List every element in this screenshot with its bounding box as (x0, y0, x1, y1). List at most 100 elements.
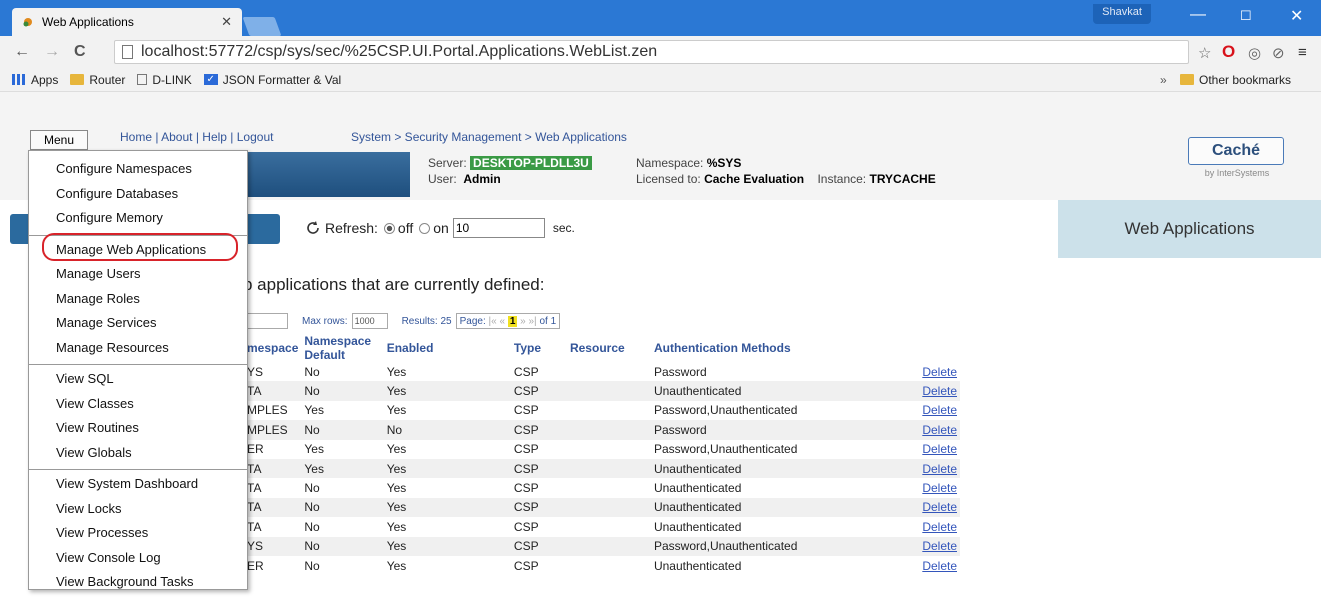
table-cell: MPLES (247, 403, 288, 418)
menu-item-manage-resources[interactable]: Manage Resources (29, 338, 247, 363)
first-page-button[interactable]: |« (489, 316, 497, 327)
delete-link[interactable]: Delete (800, 458, 960, 479)
bookmark-json-formatter[interactable]: ✓ JSON Formatter & Val (203, 73, 341, 87)
menu-item-manage-services[interactable]: Manage Services (29, 313, 247, 338)
current-page[interactable]: 1 (507, 315, 518, 327)
delete-link[interactable]: Delete (800, 440, 960, 459)
top-links[interactable]: Home | About | Help | Logout (120, 130, 273, 144)
next-page-button[interactable]: » (520, 316, 526, 327)
browser-tab[interactable]: Web Applications ✕ (12, 8, 242, 36)
table-row: TA No Yes CSP Unauthenticated Delete (244, 517, 960, 536)
menu-item-manage-roles[interactable]: Manage Roles (29, 289, 247, 314)
delete-link[interactable]: Delete (800, 517, 960, 536)
table-cell: TA (247, 481, 262, 496)
menu-item-view-console-log[interactable]: View Console Log (29, 548, 247, 573)
menu-button[interactable]: Menu (30, 130, 88, 150)
delete-link[interactable]: Delete (800, 420, 960, 440)
table-cell: No (304, 558, 320, 573)
menu-item-configure-namespaces[interactable]: Configure Namespaces (29, 159, 247, 184)
table-cell: CSP (510, 536, 567, 556)
browser-toolbar: ← → C localhost:57772/csp/sys/sec/%25CSP… (0, 36, 1321, 68)
table-cell: Yes (386, 442, 407, 457)
column-header[interactable]: Namespace Default (301, 334, 383, 362)
delete-link[interactable]: Delete (800, 478, 960, 497)
minimize-icon[interactable]: — (1190, 6, 1206, 24)
table-cell: Yes (304, 403, 324, 418)
delete-link[interactable]: Delete (800, 497, 960, 518)
menu-item-view-sql[interactable]: View SQL (29, 369, 247, 394)
star-icon[interactable]: ☆ (1198, 44, 1211, 62)
menu-item-view-globals[interactable]: View Globals (29, 443, 247, 468)
delete-link[interactable]: Delete (800, 381, 960, 401)
bookmark-other[interactable]: Other bookmarks (1180, 73, 1291, 87)
header-banner (230, 152, 410, 197)
menu-item-view-background-tasks[interactable]: View Background Tasks (29, 572, 247, 597)
table-row: MPLES No No CSP Password Delete (244, 420, 960, 440)
opera-icon[interactable]: O (1222, 42, 1235, 62)
portal-menu-dropdown: Configure Namespaces Configure Databases C… (28, 150, 248, 590)
prev-page-button[interactable]: « (499, 316, 505, 327)
max-rows-input[interactable]: 1000 (351, 313, 388, 329)
refresh-off-radio[interactable] (383, 222, 395, 234)
tab-title: Web Applications (42, 15, 134, 29)
new-tab-button[interactable] (242, 17, 282, 36)
filter-input[interactable] (244, 313, 288, 329)
menu-item-configure-databases[interactable]: Configure Databases (29, 184, 247, 209)
intro-text: b applications that are currently define… (243, 275, 545, 294)
favicon-icon (23, 18, 32, 27)
table-cell: CSP (513, 364, 539, 379)
bookmark-dlink[interactable]: D-LINK (137, 73, 192, 87)
bookmark-apps[interactable]: Apps (12, 73, 58, 87)
reload-icon[interactable]: C (74, 43, 86, 61)
block-icon[interactable]: ⊘ (1272, 44, 1285, 62)
menu-item-view-classes[interactable]: View Classes (29, 394, 247, 419)
column-header[interactable]: Enabled (384, 334, 511, 362)
extension-icon[interactable]: ◎ (1248, 44, 1261, 62)
folder-icon (70, 74, 85, 85)
forward-icon[interactable]: → (44, 43, 60, 61)
table-cell (567, 401, 651, 420)
table-cell: CSP (510, 381, 567, 401)
menu-item-view-locks[interactable]: View Locks (29, 499, 247, 524)
menu-item-view-processes[interactable]: View Processes (29, 523, 247, 548)
column-header[interactable]: Type (511, 334, 567, 362)
last-page-button[interactable]: »| (529, 316, 537, 327)
delete-link[interactable]: Delete (800, 362, 960, 381)
apps-icon (12, 74, 26, 85)
refresh-on-radio[interactable] (419, 222, 431, 234)
column-header[interactable]: mespace (244, 334, 301, 362)
page-icon (137, 74, 148, 85)
table-cell: Yes (383, 381, 511, 401)
table-cell: CSP (513, 558, 539, 573)
address-bar[interactable]: localhost:57772/csp/sys/sec/%25CSP.UI.Po… (114, 40, 1189, 64)
highlight-annotation (42, 233, 238, 261)
menu-icon[interactable]: ≡ (1298, 44, 1307, 61)
table-cell: Yes (304, 442, 324, 457)
maximize-icon[interactable]: ☐ (1240, 8, 1252, 24)
column-header[interactable]: Authentication Methods (651, 334, 800, 362)
menu-item-view-routines[interactable]: View Routines (29, 418, 247, 443)
profile-badge[interactable]: Shavkat (1093, 4, 1151, 24)
table-cell: CSP (513, 442, 539, 457)
delete-link[interactable]: Delete (800, 536, 960, 556)
breadcrumb[interactable]: System > Security Management > Web Appli… (351, 130, 627, 144)
table-cell: TA (244, 497, 302, 518)
back-icon[interactable]: ← (14, 43, 30, 61)
refresh-interval-input[interactable] (452, 218, 545, 238)
delete-link[interactable]: Delete (800, 556, 960, 575)
delete-link[interactable]: Delete (800, 401, 960, 420)
table-cell: CSP (513, 519, 539, 534)
bookmark-router[interactable]: Router (70, 73, 125, 87)
column-header[interactable]: Resource (567, 334, 651, 362)
table-cell: TA (247, 519, 262, 534)
checkmark-icon: ✓ (203, 74, 218, 85)
tab-close-icon[interactable]: ✕ (221, 14, 232, 30)
filter-bar: Max rows: 1000 Results: 25 Page: |« « 1 … (244, 311, 561, 331)
window-close-icon[interactable]: ✕ (1290, 6, 1303, 26)
menu-item-manage-users[interactable]: Manage Users (29, 264, 247, 289)
menu-item-view-system-dashboard[interactable]: View System Dashboard (29, 474, 247, 499)
bookmarks-overflow[interactable]: » (1160, 73, 1167, 87)
table-row: TA No Yes CSP Unauthenticated Delete (244, 497, 960, 518)
menu-item-configure-memory[interactable]: Configure Memory (29, 208, 247, 233)
refresh-icon[interactable] (305, 220, 321, 236)
